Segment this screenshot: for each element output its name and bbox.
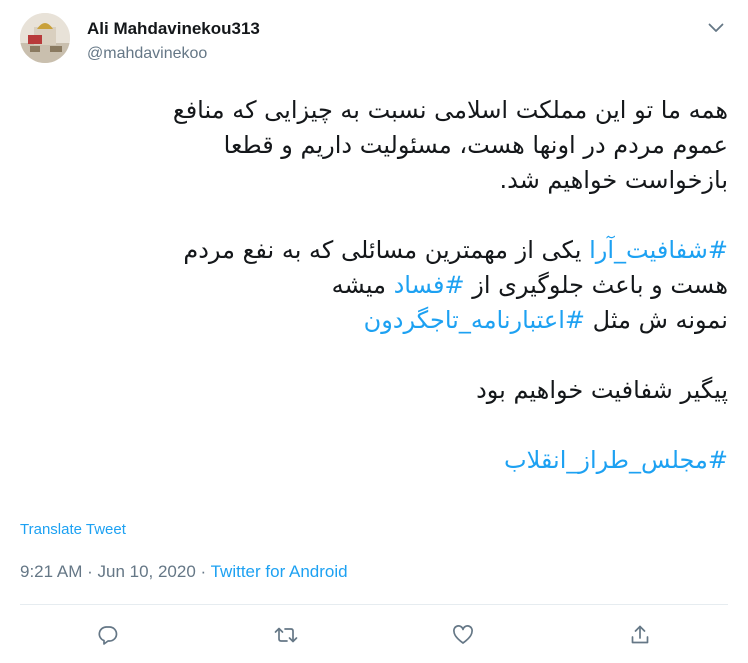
tweet-text-span: میشه — [331, 271, 394, 299]
tweet-time[interactable]: 9:21 AM — [20, 562, 82, 581]
tweet-line: #شفافیت_آرا یکی از مهمترین مسائلی که به … — [20, 233, 728, 268]
retweet-button[interactable] — [271, 620, 301, 650]
avatar-image — [20, 13, 70, 63]
user-name[interactable]: Ali Mahdavinekou313 — [87, 19, 260, 39]
user-handle[interactable]: @mahdavinekoo — [87, 45, 207, 63]
reply-icon — [98, 626, 118, 645]
tweet-line: #مجلس_طراز_انقلاب — [20, 443, 728, 478]
tweet-text-span: هست و باعث جلوگیری از — [464, 271, 728, 299]
tweet-line: هست و باعث جلوگیری از #فساد میشه — [20, 268, 728, 303]
tweet-actions — [0, 620, 748, 650]
tweet-line: پیگیر شفافیت خواهیم بود — [476, 376, 728, 404]
share-icon — [631, 625, 649, 644]
tweet-menu-button[interactable] — [704, 16, 728, 40]
avatar[interactable] — [20, 13, 70, 63]
tweet-text-span: یکی از مهمترین مسائلی که به نفع مردم — [183, 236, 590, 264]
share-button[interactable] — [625, 620, 655, 650]
tweet-date[interactable]: Jun 10, 2020 — [97, 562, 195, 581]
tweet-line: نمونه ش مثل #اعتبارنامه_تاجگردون — [20, 303, 728, 338]
meta-separator: · — [195, 562, 211, 581]
hashtag-link[interactable]: #مجلس_طراز_انقلاب — [504, 446, 728, 474]
meta-separator: · — [82, 562, 98, 581]
heart-icon — [453, 625, 473, 644]
tweet-text-span: نمونه ش مثل — [585, 306, 728, 334]
hashtag-link[interactable]: #شفافیت_آرا — [589, 236, 728, 264]
reply-button[interactable] — [93, 620, 123, 650]
tweet-meta: 9:21 AM · Jun 10, 2020 · Twitter for And… — [20, 562, 348, 582]
tweet-source-link[interactable]: Twitter for Android — [211, 562, 348, 581]
tweet-text: همه ما تو این مملکت اسلامی نسبت به چیزای… — [20, 93, 728, 478]
chevron-down-icon — [708, 23, 724, 32]
translate-tweet-link[interactable]: Translate Tweet — [20, 521, 126, 538]
hashtag-link[interactable]: #اعتبارنامه_تاجگردون — [364, 306, 585, 334]
retweet-icon — [274, 627, 298, 643]
hashtag-link[interactable]: #فساد — [394, 271, 465, 299]
tweet-line: عموم مردم در اونها هست، مسئولیت داریم و … — [223, 131, 728, 159]
like-button[interactable] — [448, 620, 478, 650]
tweet-line: همه ما تو این مملکت اسلامی نسبت به چیزای… — [172, 96, 728, 124]
tweet-line: بازخواست خواهیم شد. — [499, 166, 728, 194]
tweet: Ali Mahdavinekou313 @mahdavinekoo همه ما… — [0, 0, 748, 663]
divider — [20, 604, 728, 605]
